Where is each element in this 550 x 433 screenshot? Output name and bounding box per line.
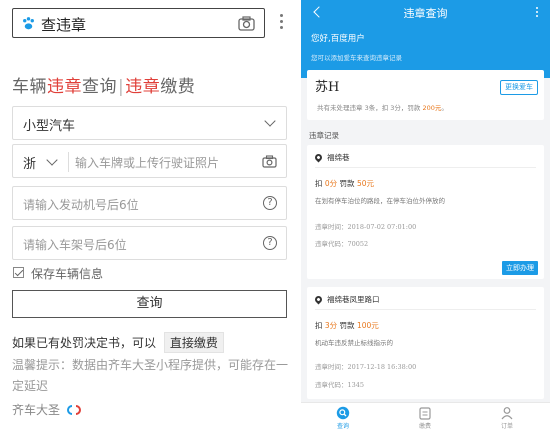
more-menu-icon[interactable] [279, 14, 285, 32]
location-pin-icon [313, 294, 324, 305]
violation-summary: 共有未处理违章 3条，扣 3分，罚款 200元。 [317, 104, 448, 112]
help-icon[interactable]: ? [263, 196, 277, 210]
record-penalty: 扣 0分 罚款 50元 [315, 179, 374, 188]
help-icon[interactable]: ? [263, 236, 277, 250]
record-time: 违章时间：2018-07-02 07:01:00 [315, 223, 417, 231]
subgreeting: 您可以添加爱车来查询违章记录 [311, 54, 402, 62]
record-description: 在划有停车泊位的路段，在停车泊位外停放的 [315, 197, 445, 205]
violation-record[interactable]: 福绵巷 扣 0分 罚款 50元 在划有停车泊位的路段，在停车泊位外停放的 违章时… [307, 145, 544, 279]
field-divider [68, 152, 69, 172]
record-location: 福绵巷 [327, 153, 350, 162]
paw-icon [23, 17, 34, 30]
camera-icon[interactable] [238, 16, 255, 31]
query-button[interactable]: 查询 [12, 290, 287, 318]
save-vehicle-checkbox[interactable] [13, 267, 24, 278]
tab-payment[interactable]: 缴费 [405, 406, 445, 430]
page-title: 违章查询 [403, 7, 448, 20]
divider [315, 309, 536, 310]
change-car-button[interactable]: 更换爱车 [500, 80, 538, 95]
chevron-down-icon [46, 154, 58, 166]
tab-query[interactable]: 查询 [323, 406, 363, 430]
camera-icon[interactable] [262, 155, 277, 168]
vehicle-type-value: 小型汽车 [23, 119, 76, 134]
search-bar[interactable]: 查违章 [12, 8, 265, 38]
car-card: 苏H 更换爱车 共有未处理违章 3条，扣 3分，罚款 200元。 [307, 70, 544, 120]
bottom-tab-bar: 查询 缴费 订单 [301, 402, 550, 433]
record-code: 违章代码：70052 [315, 240, 369, 248]
page-heading: 车辆违章查询|违章缴费 [12, 77, 196, 97]
record-location: 福绵巷凤里路口 [327, 295, 380, 304]
more-menu-icon[interactable] [536, 7, 540, 19]
record-description: 机动车违反禁止标线指示的 [315, 339, 393, 347]
left-query-panel: 查违章 车辆违章查询|违章缴费 小型汽车 浙 输入车牌或上传行驶证照片 请输入发… [0, 0, 290, 433]
frame-placeholder: 请输入车架号后6位 [23, 238, 127, 252]
save-vehicle-label: 保存车辆信息 [31, 267, 104, 281]
brand-logo-icon [66, 405, 81, 415]
engine-placeholder: 请输入发动机号后6位 [23, 198, 139, 212]
frame-number-field[interactable]: 请输入车架号后6位 ? [12, 226, 287, 260]
right-result-panel: 违章查询 您好,百度用户 您可以添加爱车来查询违章记录 苏H 更换爱车 共有未处… [301, 0, 550, 433]
divider [315, 167, 536, 168]
handle-now-button[interactable]: 立即办理 [502, 261, 538, 275]
location-pin-icon [313, 152, 324, 163]
record-time: 违章时间：2017-12-18 16:38:00 [315, 363, 417, 371]
record-penalty: 扣 3分 罚款 100元 [315, 321, 379, 330]
tip-text: 温馨提示：数据由齐车大圣小程序提供，可能存在一定延迟 [12, 358, 289, 393]
records-title: 违章记录 [309, 131, 339, 140]
engine-number-field[interactable]: 请输入发动机号后6位 ? [12, 186, 287, 220]
record-code: 违章代码：1345 [315, 381, 365, 389]
search-icon [336, 406, 350, 420]
direct-pay-button[interactable]: 直接缴费 [163, 332, 224, 353]
brand-line: 齐车大圣 [12, 401, 81, 418]
violation-record[interactable]: 福绵巷凤里路口 扣 3分 罚款 100元 机动车违反禁止标线指示的 违章时间：2… [307, 287, 544, 399]
plate-placeholder: 输入车牌或上传行驶证照片 [75, 156, 220, 170]
greeting: 您好,百度用户 [311, 34, 365, 44]
vehicle-type-select[interactable]: 小型汽车 [12, 106, 287, 140]
search-text: 查违章 [41, 16, 87, 34]
tab-orders[interactable]: 订单 [487, 406, 527, 430]
payment-icon [419, 407, 431, 420]
person-icon [501, 407, 513, 420]
province-value[interactable]: 浙 [23, 153, 36, 172]
chevron-down-icon [264, 115, 276, 127]
plate-number: 苏H [315, 80, 340, 95]
app-header: 违章查询 您好,百度用户 您可以添加爱车来查询违章记录 [301, 0, 550, 78]
plate-field[interactable]: 浙 输入车牌或上传行驶证照片 [12, 144, 287, 178]
penalty-pay-line: 如果已有处罚决定书，可以 直接缴费 [12, 332, 224, 353]
